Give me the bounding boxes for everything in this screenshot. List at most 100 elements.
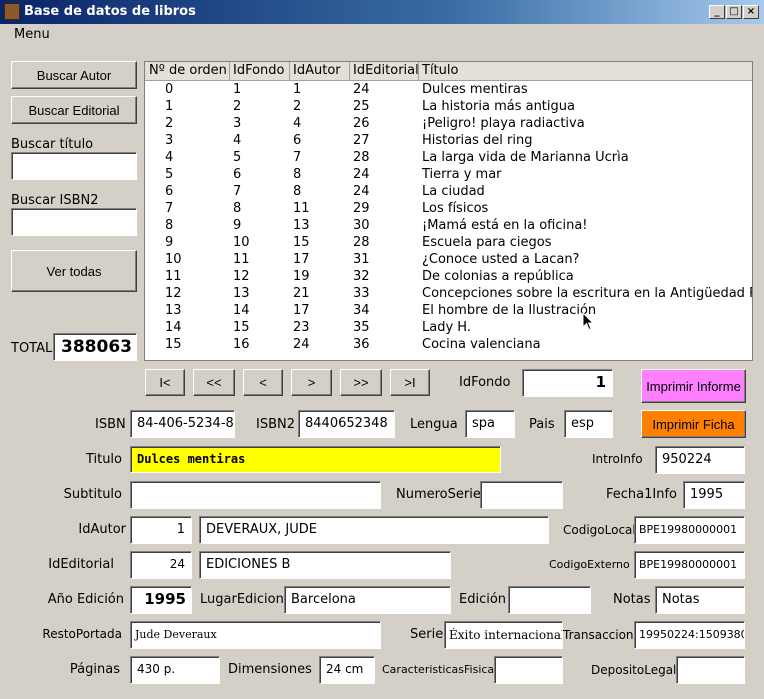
last-record-button[interactable]: >I [390,369,430,396]
table-cell: 16 [233,337,250,352]
lengua-field[interactable]: spa [465,410,515,438]
table-row[interactable]: 4 5 7 28 La larga vida de Marianna Ucrìa [145,150,752,167]
buscar-editorial-button[interactable]: Buscar Editorial [11,96,137,124]
next-page-button[interactable]: >> [340,369,382,396]
table-cell: 24 [353,184,370,199]
app-book-icon [4,3,20,20]
table-cell: 14 [165,320,182,335]
autor-name-field[interactable]: DEVERAUX, JUDE [199,516,549,544]
depositolegal-field[interactable] [676,656,745,684]
subtitulo-field[interactable] [130,481,381,509]
codigoexterno-field[interactable]: BPE19980000001 [634,551,745,579]
lengua-label: Lengua [410,417,458,432]
table-row[interactable]: 10 11 17 31 ¿Conoce usted a Lacan? [145,252,752,269]
table-row[interactable]: 0 1 1 24 Dulces mentiras [145,82,752,99]
introinfo-field[interactable]: 950224 [655,446,745,474]
table-row[interactable]: 12 13 21 33 Concepciones sobre la escritura … [145,286,752,303]
imprimir-ficha-button[interactable]: Imprimir Ficha [641,410,746,438]
buscar-titulo-input[interactable] [11,152,137,180]
table-cell: 2 [293,99,302,114]
ideditorial-field[interactable]: 24 [130,551,192,579]
table-row[interactable]: 15 16 24 36 Cocina valenciana [145,337,752,354]
buscar-isbn2-input[interactable] [11,208,137,236]
edicion-field[interactable] [508,586,591,614]
table-row[interactable]: 1 2 2 25 La historia más antigua [145,99,752,116]
header-orden[interactable]: Nº de orden [149,63,227,78]
pais-label: Pais [529,417,555,432]
titulo-field[interactable]: Dulces mentiras [130,446,501,473]
buscar-autor-button[interactable]: Buscar Autor [11,61,137,89]
depositolegal-label: DepositoLegal [591,663,677,677]
maximize-button[interactable]: □ [726,5,742,19]
table-cell: 15 [233,320,250,335]
table-cell: 34 [353,303,370,318]
transaccion-field[interactable]: 19950224:15093800 [634,621,745,649]
prev-record-button[interactable]: < [243,369,283,396]
table-cell: ¡Peligro! playa radiactiva [422,116,585,131]
menu-item[interactable]: Menu [14,27,50,42]
restoportada-field[interactable]: Jude Deveraux [130,621,381,649]
isbn-field[interactable]: 84-406-5234-8 [130,410,235,438]
isbn2-field[interactable]: 8440652348 [298,410,395,438]
table-cell: 6 [165,184,174,199]
table-cell: 25 [353,99,370,114]
header-titulo[interactable]: Título [422,63,458,78]
header-idfondo[interactable]: IdFondo [233,63,285,78]
notas-field[interactable]: Notas [655,586,745,614]
header-idautor[interactable]: IdAutor [293,63,341,78]
table-row[interactable]: 7 8 11 29 Los físicos [145,201,752,218]
table-cell: 11 [293,201,310,216]
table-cell: La larga vida de Marianna Ucrìa [422,150,629,165]
books-table[interactable]: Nº de orden IdFondo IdAutor IdEditorial … [144,61,753,361]
imprimir-informe-button[interactable]: Imprimir Informe [641,369,746,403]
table-cell: 33 [353,286,370,301]
caracteristicasfisicas-label: CaracteristicasFisicas [382,663,500,676]
header-ideditorial[interactable]: IdEditorial [353,63,419,78]
lugaredicion-field[interactable]: Barcelona [284,586,451,614]
fecha1info-field[interactable]: 1995 [683,481,745,509]
prev-page-button[interactable]: << [193,369,235,396]
table-cell: 6 [293,133,302,148]
numeroserie-label: NumeroSerie [396,487,481,502]
caracteristicasfisicas-field[interactable] [494,656,563,684]
serie-field[interactable]: Éxito internacional [444,621,563,649]
numeroserie-field[interactable] [480,481,563,509]
table-cell: 21 [293,286,310,301]
idfondo-field[interactable]: 1 [522,369,613,397]
next-record-button[interactable]: > [291,369,332,396]
anio-edicion-field[interactable]: 1995 [130,586,192,614]
table-cell: 2 [165,116,174,131]
codigoexterno-label: CodigoExterno [549,558,630,571]
table-row[interactable]: 14 15 23 35 Lady H. [145,320,752,337]
paginas-label: Páginas [69,662,120,677]
first-record-button[interactable]: I< [145,369,185,396]
table-cell: 9 [165,235,174,250]
pais-field[interactable]: esp [564,410,613,438]
table-row[interactable]: 9 10 15 28 Escuela para ciegos [145,235,752,252]
table-cell: 8 [293,184,302,199]
table-row[interactable]: 5 6 8 24 Tierra y mar [145,167,752,184]
editorial-name-field[interactable]: EDICIONES B [199,551,451,579]
table-cell: Cocina valenciana [422,337,541,352]
table-cell: 17 [293,252,310,267]
isbn2-label: ISBN2 [256,417,295,432]
table-row[interactable]: 8 9 13 30 ¡Mamá está en la oficina! [145,218,752,235]
table-row[interactable]: 11 12 19 32 De colonias a república [145,269,752,286]
ver-todas-button[interactable]: Ver todas [11,250,137,292]
table-cell: 2 [233,99,242,114]
close-button[interactable]: × [743,5,759,19]
codigolocal-field[interactable]: BPE19980000001 [634,516,745,544]
serie-label: Serie [410,627,444,642]
table-row[interactable]: 6 7 8 24 La ciudad [145,184,752,201]
table-row[interactable]: 13 14 17 34 El hombre de la Ilustración [145,303,752,320]
paginas-field[interactable]: 430 p. [130,656,220,684]
idautor-field[interactable]: 1 [130,516,192,544]
table-row[interactable]: 2 3 4 26 ¡Peligro! playa radiactiva [145,116,752,133]
minimize-button[interactable]: _ [709,5,725,19]
table-row[interactable]: 3 4 6 27 Historias del ring [145,133,752,150]
table-cell: 13 [293,218,310,233]
dimensiones-field[interactable]: 24 cm [319,656,375,684]
fecha1info-label: Fecha1Info [606,487,677,502]
table-cell: 6 [233,167,242,182]
table-cell: 4 [233,133,242,148]
